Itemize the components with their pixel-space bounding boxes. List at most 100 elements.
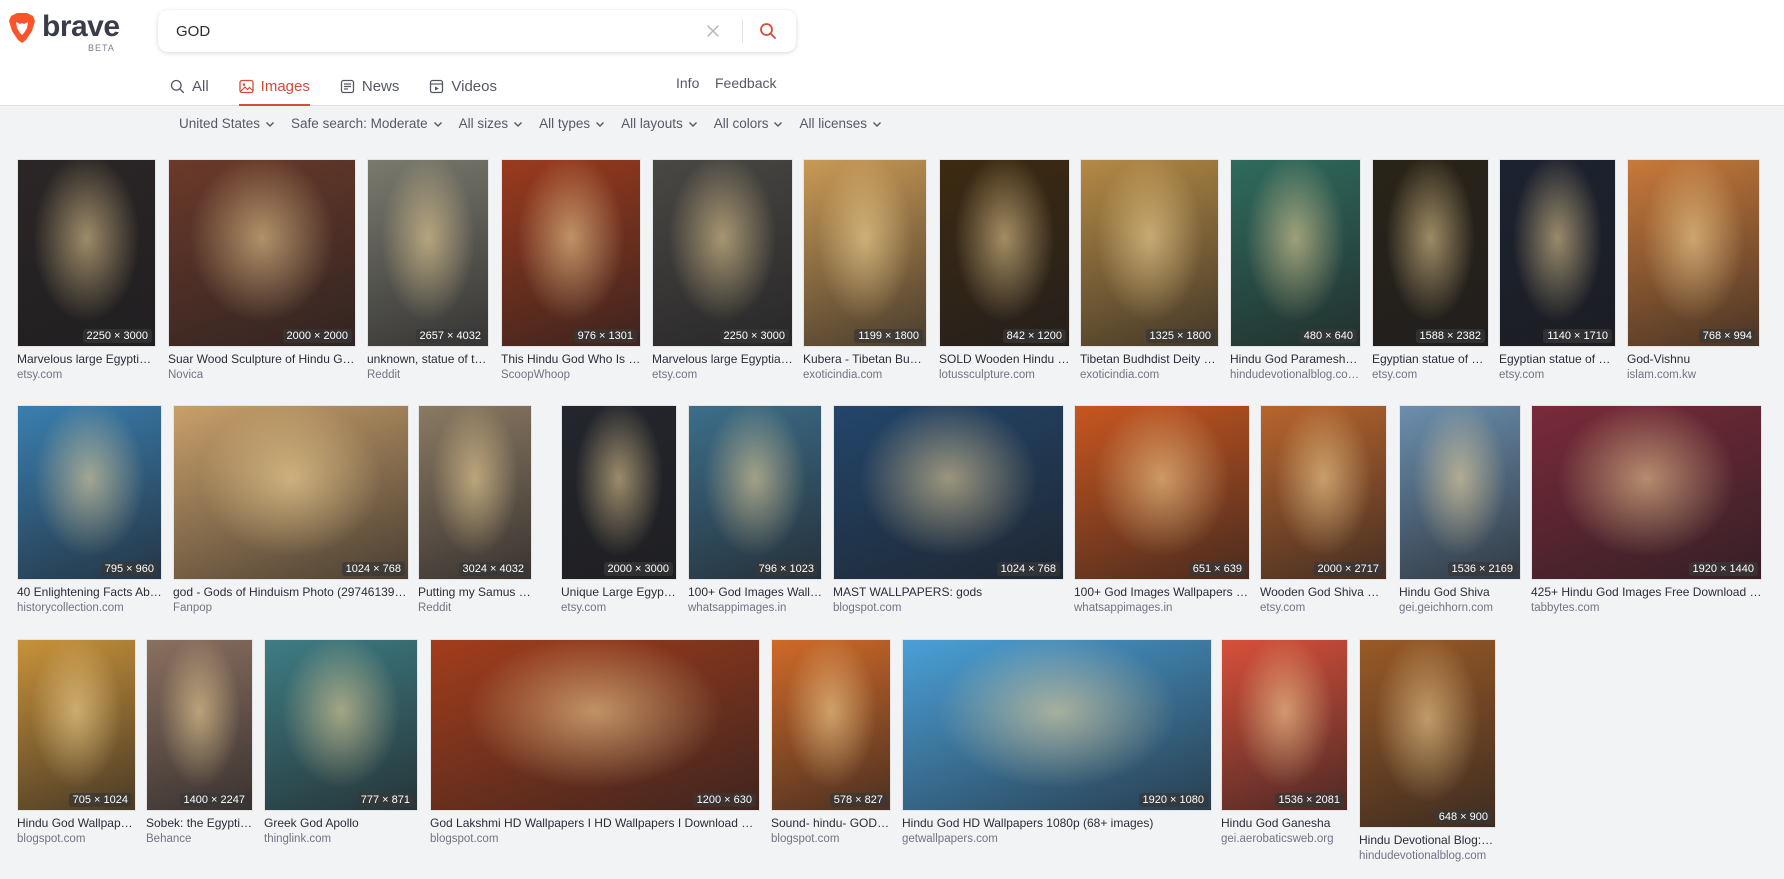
image-caption[interactable]: Unique Large Egypti…: [561, 585, 677, 599]
image-caption[interactable]: Kubera - Tibetan Bud…: [803, 352, 927, 366]
image-caption[interactable]: god - Gods of Hinduism Photo (29746139) …: [173, 585, 409, 599]
filter-layout[interactable]: All layouts: [621, 116, 698, 131]
brave-logo[interactable]: brave BETA: [8, 10, 158, 58]
image-caption[interactable]: Marvelous large Egyptia…: [652, 352, 793, 366]
image-source[interactable]: etsy.com: [652, 369, 793, 381]
image-caption[interactable]: Marvelous large Egyptia…: [17, 352, 156, 366]
image-thumbnail[interactable]: 2000 × 2717: [1260, 405, 1387, 580]
image-source[interactable]: hindudevotionalblog.co…: [1230, 369, 1361, 381]
filter-region[interactable]: United States: [179, 116, 275, 131]
image-caption[interactable]: Egyptian statue of g…: [1372, 352, 1489, 366]
image-caption[interactable]: Suar Wood Sculpture of Hindu Go…: [168, 352, 356, 366]
image-source[interactable]: historycollection.com: [17, 602, 162, 614]
image-source[interactable]: blogspot.com: [430, 833, 760, 845]
image-caption[interactable]: Hindu God Wallpape…: [17, 816, 136, 830]
image-source[interactable]: gei.aerobaticsweb.org: [1221, 833, 1348, 845]
image-caption[interactable]: 100+ God Images Wallpapers D…: [1074, 585, 1250, 599]
image-caption[interactable]: God-Vishnu: [1627, 352, 1760, 366]
clear-search-button[interactable]: [702, 20, 724, 42]
image-thumbnail[interactable]: 2250 × 3000: [652, 159, 793, 347]
image-source[interactable]: thinglink.com: [264, 833, 418, 845]
image-caption[interactable]: 425+ Hindu God Images Free Download Fo…: [1531, 585, 1762, 599]
image-thumbnail[interactable]: 1140 × 1710: [1499, 159, 1616, 347]
image-thumbnail[interactable]: 1200 × 630: [430, 639, 760, 811]
image-thumbnail[interactable]: 1325 × 1800: [1080, 159, 1219, 347]
image-thumbnail[interactable]: 2657 × 4032: [367, 159, 489, 347]
filter-safe-search[interactable]: Safe search: Moderate: [291, 116, 443, 131]
image-source[interactable]: etsy.com: [17, 369, 156, 381]
image-thumbnail[interactable]: 976 × 1301: [501, 159, 641, 347]
image-source[interactable]: Fanpop: [173, 602, 409, 614]
image-source[interactable]: Behance: [146, 833, 253, 845]
search-input[interactable]: [176, 10, 676, 52]
search-button[interactable]: [754, 19, 782, 43]
image-source[interactable]: etsy.com: [1499, 369, 1616, 381]
image-thumbnail[interactable]: 3024 × 4032: [418, 405, 532, 580]
image-thumbnail[interactable]: 1024 × 768: [173, 405, 409, 580]
filter-size[interactable]: All sizes: [459, 116, 524, 131]
image-thumbnail[interactable]: 648 × 900: [1359, 639, 1496, 828]
image-thumbnail[interactable]: 480 × 640: [1230, 159, 1361, 347]
image-source[interactable]: blogspot.com: [833, 602, 1064, 614]
image-caption[interactable]: Putting my Samus keyc…: [418, 585, 532, 599]
image-source[interactable]: whatsappimages.in: [688, 602, 822, 614]
image-caption[interactable]: MAST WALLPAPERS: gods: [833, 585, 1064, 599]
tab-news[interactable]: News: [340, 72, 399, 106]
image-caption[interactable]: Tibetan Budhdist Deity …: [1080, 352, 1219, 366]
image-source[interactable]: Novica: [168, 369, 356, 381]
image-source[interactable]: etsy.com: [1372, 369, 1489, 381]
image-source[interactable]: getwallpapers.com: [902, 833, 1212, 845]
image-source[interactable]: ScoopWhoop: [501, 369, 641, 381]
image-thumbnail[interactable]: 777 × 871: [264, 639, 418, 811]
image-thumbnail[interactable]: 1536 × 2169: [1399, 405, 1521, 580]
image-thumbnail[interactable]: 651 × 639: [1074, 405, 1250, 580]
filter-type[interactable]: All types: [539, 116, 605, 131]
image-thumbnail[interactable]: 1400 × 2247: [146, 639, 253, 811]
image-thumbnail[interactable]: 842 × 1200: [939, 159, 1070, 347]
image-thumbnail[interactable]: 1024 × 768: [833, 405, 1064, 580]
image-thumbnail[interactable]: 2000 × 2000: [168, 159, 356, 347]
image-caption[interactable]: Sound- hindu- GOD- …: [771, 816, 891, 830]
image-source[interactable]: etsy.com: [561, 602, 677, 614]
image-thumbnail[interactable]: 1920 × 1080: [902, 639, 1212, 811]
image-caption[interactable]: SOLD Wooden Hindu G…: [939, 352, 1070, 366]
image-source[interactable]: lotussculpture.com: [939, 369, 1070, 381]
image-thumbnail[interactable]: 578 × 827: [771, 639, 891, 811]
image-caption[interactable]: Hindu God Shiva: [1399, 585, 1521, 599]
filter-color[interactable]: All colors: [714, 116, 784, 131]
tab-all[interactable]: All: [170, 72, 209, 106]
image-caption[interactable]: Hindu God Ganesha: [1221, 816, 1348, 830]
image-caption[interactable]: God Lakshmi HD Wallpapers I HD Wallpaper…: [430, 816, 760, 830]
image-source[interactable]: hindudevotionalblog.com: [1359, 850, 1496, 862]
image-thumbnail[interactable]: 1588 × 2382: [1372, 159, 1489, 347]
image-thumbnail[interactable]: 796 × 1023: [688, 405, 822, 580]
image-source[interactable]: etsy.com: [1260, 602, 1387, 614]
image-caption[interactable]: Hindu God Parameshw…: [1230, 352, 1361, 366]
image-source[interactable]: blogspot.com: [17, 833, 136, 845]
image-source[interactable]: islam.com.kw: [1627, 369, 1760, 381]
image-caption[interactable]: Greek God Apollo: [264, 816, 418, 830]
image-thumbnail[interactable]: 768 × 994: [1627, 159, 1760, 347]
image-thumbnail[interactable]: 1536 × 2081: [1221, 639, 1348, 811]
info-link[interactable]: Info: [676, 75, 699, 91]
image-source[interactable]: gei.geichhorn.com: [1399, 602, 1521, 614]
image-thumbnail[interactable]: 2000 × 3000: [561, 405, 677, 580]
image-source[interactable]: Reddit: [418, 602, 532, 614]
image-caption[interactable]: Egyptian statue of g…: [1499, 352, 1616, 366]
image-source[interactable]: exoticindia.com: [1080, 369, 1219, 381]
image-caption[interactable]: Hindu Devotional Blog: …: [1359, 833, 1496, 847]
image-caption[interactable]: unknown, statue of t…: [367, 352, 489, 366]
image-caption[interactable]: This Hindu God Who Is S…: [501, 352, 641, 366]
image-source[interactable]: exoticindia.com: [803, 369, 927, 381]
filter-license[interactable]: All licenses: [799, 116, 882, 131]
image-caption[interactable]: 40 Enlightening Facts Ab…: [17, 585, 162, 599]
image-thumbnail[interactable]: 1199 × 1800: [803, 159, 927, 347]
image-source[interactable]: whatsappimages.in: [1074, 602, 1250, 614]
image-caption[interactable]: 100+ God Images Wallp…: [688, 585, 822, 599]
image-thumbnail[interactable]: 1920 × 1440: [1531, 405, 1762, 580]
feedback-link[interactable]: Feedback: [715, 75, 776, 91]
image-thumbnail[interactable]: 705 × 1024: [17, 639, 136, 811]
image-caption[interactable]: Sobek: the Egypti…: [146, 816, 253, 830]
tab-videos[interactable]: Videos: [429, 72, 497, 106]
image-source[interactable]: tabbytes.com: [1531, 602, 1762, 614]
